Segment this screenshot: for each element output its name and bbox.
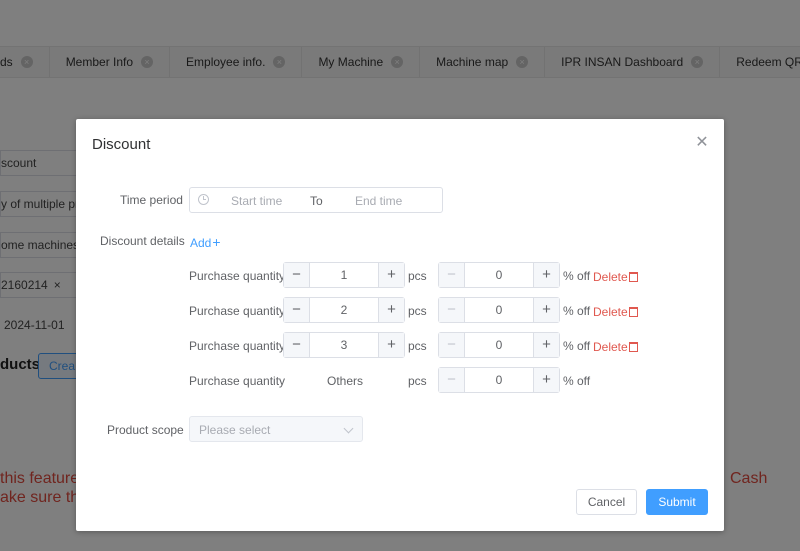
purchase-quantity-label: Purchase quantity: [189, 269, 286, 283]
dialog-title: Discount: [92, 136, 151, 153]
delete-row-button[interactable]: Delete: [593, 305, 638, 319]
minus-icon[interactable]: −: [439, 298, 465, 322]
minus-icon[interactable]: −: [439, 368, 465, 392]
purchase-quantity-label: Purchase quantity: [189, 339, 286, 353]
quantity-unit: pcs: [408, 339, 427, 353]
product-scope-placeholder: Please select: [199, 423, 271, 437]
discount-stepper[interactable]: − 0 +: [438, 332, 560, 358]
delete-row-button[interactable]: Delete: [593, 270, 638, 284]
plus-icon[interactable]: +: [533, 298, 559, 322]
plus-icon[interactable]: +: [378, 333, 404, 357]
discount-input[interactable]: 0: [466, 298, 532, 322]
discount-input[interactable]: 0: [466, 368, 532, 392]
discount-unit: % off: [563, 269, 591, 283]
range-separator: To: [310, 194, 323, 208]
submit-button[interactable]: Submit: [646, 489, 708, 515]
discount-stepper[interactable]: − 0 +: [438, 297, 560, 323]
quantity-unit: pcs: [408, 269, 427, 283]
discount-stepper[interactable]: − 0 +: [438, 367, 560, 393]
product-scope-label: Product scope: [107, 423, 184, 437]
quantity-stepper[interactable]: − 3 +: [283, 332, 405, 358]
quantity-stepper[interactable]: − 1 +: [283, 262, 405, 288]
quantity-input[interactable]: 3: [311, 333, 377, 357]
trash-icon: [628, 272, 638, 282]
add-discount-button[interactable]: Add+: [190, 234, 221, 250]
add-label: Add: [190, 236, 212, 250]
delete-row-button[interactable]: Delete: [593, 340, 638, 354]
discount-input[interactable]: 0: [466, 263, 532, 287]
discount-dialog: Discount ✕ Time period Start time To End…: [76, 119, 724, 531]
plus-icon[interactable]: +: [378, 263, 404, 287]
delete-label: Delete: [593, 305, 628, 319]
quantity-input[interactable]: 2: [311, 298, 377, 322]
trash-icon: [628, 342, 638, 352]
quantity-stepper[interactable]: − 2 +: [283, 297, 405, 323]
cancel-button[interactable]: Cancel: [576, 489, 637, 515]
delete-label: Delete: [593, 270, 628, 284]
time-period-range-picker[interactable]: Start time To End time: [189, 187, 443, 213]
minus-icon[interactable]: −: [284, 263, 310, 287]
delete-label: Delete: [593, 340, 628, 354]
product-scope-select[interactable]: Please select: [189, 416, 363, 442]
discount-details-label: Discount details: [100, 234, 185, 248]
trash-icon: [628, 307, 638, 317]
discount-unit: % off: [563, 339, 591, 353]
discount-input[interactable]: 0: [466, 333, 532, 357]
purchase-quantity-label: Purchase quantity: [189, 374, 286, 388]
minus-icon[interactable]: −: [284, 333, 310, 357]
plus-icon[interactable]: +: [378, 298, 404, 322]
others-quantity-text: Others: [327, 374, 364, 388]
minus-icon[interactable]: −: [284, 298, 310, 322]
plus-icon[interactable]: +: [533, 333, 559, 357]
quantity-unit: pcs: [408, 374, 427, 388]
time-period-label: Time period: [120, 193, 183, 207]
plus-icon: +: [212, 234, 221, 250]
quantity-unit: pcs: [408, 304, 427, 318]
minus-icon[interactable]: −: [439, 333, 465, 357]
end-time-input[interactable]: End time: [355, 194, 402, 208]
plus-icon[interactable]: +: [533, 263, 559, 287]
chevron-down-icon: [343, 423, 354, 434]
plus-icon[interactable]: +: [533, 368, 559, 392]
minus-icon[interactable]: −: [439, 263, 465, 287]
clock-icon: [198, 194, 209, 205]
close-icon[interactable]: ✕: [695, 135, 709, 151]
quantity-input[interactable]: 1: [311, 263, 377, 287]
discount-unit: % off: [563, 374, 591, 388]
start-time-input[interactable]: Start time: [231, 194, 282, 208]
discount-stepper[interactable]: − 0 +: [438, 262, 560, 288]
purchase-quantity-label: Purchase quantity: [189, 304, 286, 318]
discount-unit: % off: [563, 304, 591, 318]
